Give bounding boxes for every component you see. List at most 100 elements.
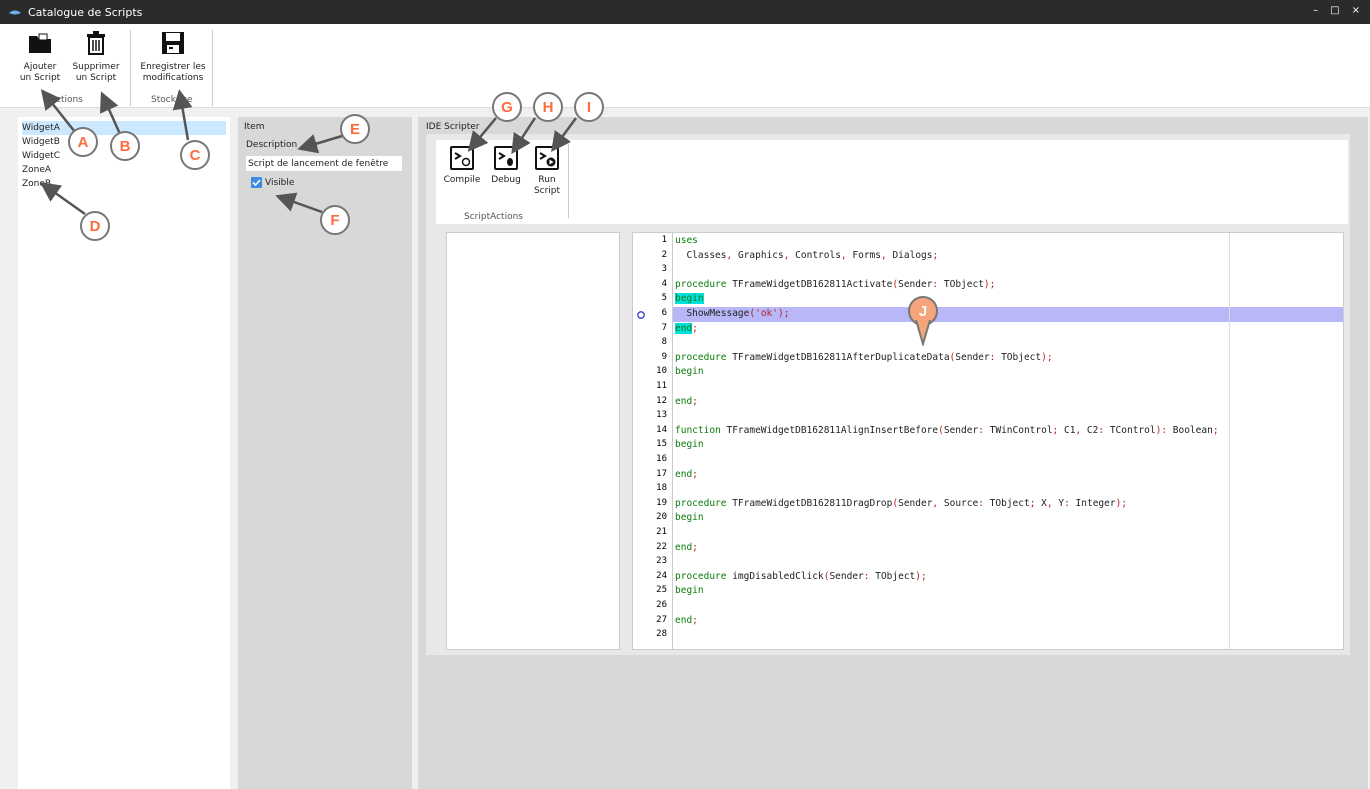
title-bar: Catalogue de Scripts – □ × xyxy=(0,0,1370,24)
line-number: 7 xyxy=(661,322,667,333)
compile-label: Compile xyxy=(443,175,481,185)
line-number: 28 xyxy=(656,629,667,640)
group-label-storage: Stockage xyxy=(151,95,193,105)
callout-g: G xyxy=(492,92,522,122)
callout-i: I xyxy=(574,92,604,122)
code-line: begin xyxy=(675,439,704,451)
line-number: 1 xyxy=(661,235,667,245)
item-panel-title: Item xyxy=(244,122,265,132)
code-line: uses xyxy=(675,235,698,246)
code-line: end; xyxy=(675,468,698,480)
code-line: procedure TFrameWidgetDB162811Activate(S… xyxy=(675,278,996,290)
line-number: 13 xyxy=(656,410,667,421)
debug-bug-icon xyxy=(494,146,518,170)
line-number: 18 xyxy=(656,483,667,494)
callout-e: E xyxy=(340,114,370,144)
line-number: 24 xyxy=(656,570,667,581)
line-number: 8 xyxy=(661,337,667,348)
ide-content: Compile Debug Run Script ScriptActions 1… xyxy=(426,134,1350,655)
right-margin-line xyxy=(1229,233,1230,649)
debug-button[interactable]: Debug xyxy=(488,146,524,186)
visible-checkbox[interactable] xyxy=(251,177,262,188)
ide-panel: IDE Scripter Compile Debug Run Script Sc… xyxy=(418,117,1368,789)
code-line: procedure TFrameWidgetDB162811AfterDupli… xyxy=(675,351,1053,363)
open-folder-icon xyxy=(29,33,51,53)
code-line: begin xyxy=(675,366,704,378)
callout-f: F xyxy=(320,205,350,235)
minimize-button[interactable]: – xyxy=(1313,5,1318,16)
add-script-button[interactable]: Ajouter un Script xyxy=(14,30,66,84)
description-label: Description xyxy=(246,140,298,150)
line-number: 21 xyxy=(656,527,667,537)
line-number: 15 xyxy=(656,439,667,450)
script-actions-label: ScriptActions xyxy=(464,212,523,222)
line-number: 3 xyxy=(661,264,667,275)
code-line: end; xyxy=(675,614,698,626)
visible-label: Visible xyxy=(265,178,295,188)
close-button[interactable]: × xyxy=(1352,5,1360,16)
line-number: 5 xyxy=(661,293,667,304)
app-logo-icon xyxy=(9,10,21,15)
code-line: end; xyxy=(675,541,698,553)
debug-label: Debug xyxy=(491,175,521,185)
breakpoint-icon[interactable] xyxy=(636,310,646,320)
trash-icon xyxy=(87,31,105,55)
line-number: 4 xyxy=(661,278,667,289)
line-number: 12 xyxy=(656,395,667,406)
add-script-label-1: Ajouter xyxy=(23,62,57,72)
save-changes-label-1: Enregistrer les xyxy=(140,62,206,72)
code-line: end; xyxy=(675,395,698,407)
callout-c: C xyxy=(180,140,210,170)
line-number: 16 xyxy=(656,454,667,464)
delete-script-label-1: Supprimer xyxy=(72,62,120,72)
line-number: 22 xyxy=(656,541,667,552)
code-line: ShowMessage('ok'); xyxy=(675,308,790,319)
code-line: begin xyxy=(675,293,704,305)
run-label-2: Script xyxy=(533,186,561,196)
maximize-button[interactable]: □ xyxy=(1330,5,1339,16)
add-script-label-2: un Script xyxy=(19,73,61,83)
description-field[interactable] xyxy=(246,156,402,171)
play-icon xyxy=(535,146,559,170)
code-line: Classes, Graphics, Controls, Forms, Dial… xyxy=(675,249,939,261)
ide-title: IDE Scripter xyxy=(426,122,480,132)
callout-j-pointer xyxy=(915,320,931,346)
code-line: procedure imgDisabledClick(Sender: TObje… xyxy=(675,570,927,582)
line-number: 20 xyxy=(656,512,667,523)
line-number: 26 xyxy=(656,600,667,610)
group-label-actions: Actions xyxy=(50,95,83,105)
list-item[interactable]: ZoneB xyxy=(22,177,226,191)
delete-script-label-2: un Script xyxy=(75,73,117,83)
callout-d: D xyxy=(80,211,110,241)
script-toolbar: Compile Debug Run Script ScriptActions xyxy=(436,140,1348,224)
compile-button[interactable]: Compile xyxy=(442,146,482,186)
line-number: 19 xyxy=(656,497,667,508)
script-list: WidgetA WidgetB WidgetC ZoneA ZoneB xyxy=(18,117,230,789)
line-number: 2 xyxy=(661,249,667,260)
callout-a: A xyxy=(68,127,98,157)
checkmark-icon xyxy=(252,179,261,187)
line-gutter: 1 2 3 4 5 6 7 8 9 10 11 12 13 14 15 16 17 18 19 20 21 22 23 24 2… xyxy=(633,233,673,649)
line-number: 14 xyxy=(656,424,667,435)
ribbon-separator xyxy=(130,30,131,106)
line-number: 10 xyxy=(656,366,667,377)
ide-side-panel xyxy=(446,232,620,650)
save-changes-button[interactable]: Enregistrer les modifications xyxy=(138,30,208,84)
save-changes-label-2: modifications xyxy=(142,73,204,83)
run-script-button[interactable]: Run Script xyxy=(530,146,564,197)
line-number: 11 xyxy=(656,381,667,391)
code-line: procedure TFrameWidgetDB162811DragDrop(S… xyxy=(675,497,1128,509)
callout-b: B xyxy=(110,131,140,161)
compile-icon xyxy=(450,146,474,170)
code-editor[interactable]: 1 2 3 4 5 6 7 8 9 10 11 12 13 14 15 16 17 18 19 20 21 22 23 24 2… xyxy=(632,232,1344,650)
window-title: Catalogue de Scripts xyxy=(28,5,143,19)
run-label-1: Run xyxy=(538,175,556,185)
ribbon: Ajouter un Script Supprimer un Script En… xyxy=(0,24,1370,108)
code-line: begin xyxy=(675,585,704,597)
delete-script-button[interactable]: Supprimer un Script xyxy=(70,30,122,84)
toolbar-separator xyxy=(568,144,569,218)
line-number: 17 xyxy=(656,468,667,479)
floppy-disk-icon xyxy=(162,32,184,54)
code-line: end; xyxy=(675,322,698,334)
line-number: 25 xyxy=(656,585,667,596)
